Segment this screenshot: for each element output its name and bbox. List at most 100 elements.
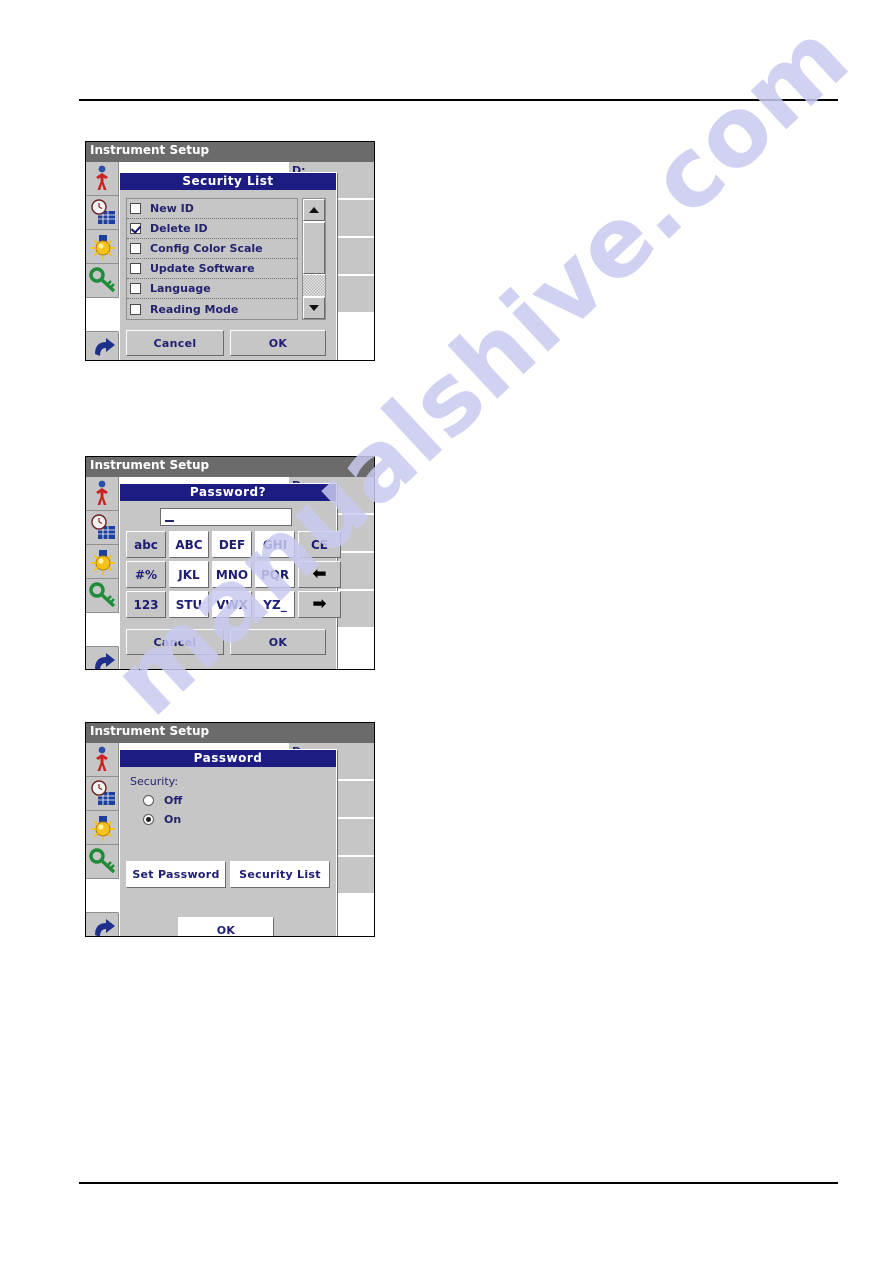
list-item[interactable]: New ID [127, 199, 297, 219]
screenshot-security-list: Instrument Setup D: Security List New ID… [85, 141, 375, 361]
security-list-dialog: Security List New ID Delete ID Config Co… [119, 172, 337, 360]
sidebar-item-display-lamp[interactable] [86, 545, 119, 579]
radio-button-selected-icon[interactable] [143, 814, 154, 825]
radio-option-off[interactable]: Off [143, 794, 182, 807]
screenshot-password-settings: Instrument Setup Password Security: Off … [85, 722, 375, 937]
key-GHI[interactable]: GHI [255, 531, 295, 558]
ok-button[interactable]: OK [178, 917, 274, 936]
instrument-sidebar [86, 743, 119, 936]
dialog-title: Password? [120, 484, 336, 501]
checkbox-checked-icon[interactable] [130, 223, 141, 234]
password-settings-dialog: Password Security: Off On Set Password S… [119, 749, 337, 936]
instrument-sidebar [86, 162, 119, 360]
security-label: Security: [130, 775, 179, 788]
list-scrollbar[interactable] [302, 198, 326, 320]
list-item[interactable]: Config Color Scale [127, 239, 297, 259]
sidebar-blank-cell [86, 879, 119, 913]
checkbox-icon[interactable] [130, 263, 141, 274]
key-MNO[interactable]: MNO [212, 561, 252, 588]
key-DEF[interactable]: DEF [212, 531, 252, 558]
key-ABC[interactable]: ABC [169, 531, 209, 558]
sidebar-item-date-time[interactable] [86, 511, 119, 545]
scroll-down-icon [309, 305, 319, 311]
scrollbar-track[interactable] [303, 275, 325, 296]
dialog-title: Security List [120, 173, 336, 190]
key-VWX[interactable]: VWX [212, 591, 252, 618]
key-abc[interactable]: abc [126, 531, 166, 558]
dialog-title: Password [120, 750, 336, 767]
key-numeric[interactable]: 123 [126, 591, 166, 618]
scrollbar-thumb[interactable] [303, 222, 325, 274]
sidebar-item-date-time[interactable] [86, 777, 119, 811]
instrument-title-bar: Instrument Setup [86, 142, 374, 162]
sidebar-item-operator-id[interactable] [86, 477, 119, 511]
sidebar-blank-cell [86, 298, 119, 332]
list-item-label: New ID [150, 202, 194, 215]
cancel-button[interactable]: Cancel [126, 629, 224, 655]
arrow-left-icon: ⬅ [312, 564, 327, 584]
sidebar-blank-cell [86, 613, 119, 647]
list-item[interactable]: Reading Mode [127, 299, 297, 319]
list-item-label: Update Software [150, 262, 255, 275]
sidebar-item-operator-id[interactable] [86, 743, 119, 777]
keypad: abc ABC DEF GHI CE #% JKL MNO PQR ⬅ 123 … [126, 531, 341, 618]
key-STU[interactable]: STU [169, 591, 209, 618]
list-item[interactable]: Delete ID [127, 219, 297, 239]
instrument-sidebar [86, 477, 119, 669]
radio-option-on[interactable]: On [143, 813, 181, 826]
checkbox-icon[interactable] [130, 243, 141, 254]
instrument-title-bar: Instrument Setup [86, 723, 374, 743]
radio-button-icon[interactable] [143, 795, 154, 806]
text-caret [165, 520, 174, 522]
list-item-label: Language [150, 282, 211, 295]
password-entry-dialog: Password? abc ABC DEF GHI CE #% JKL MNO … [119, 483, 341, 669]
checkbox-icon[interactable] [130, 303, 141, 315]
key-cursor-right[interactable]: ➡ [298, 591, 341, 618]
sidebar-item-back[interactable] [86, 647, 119, 669]
ok-button[interactable]: OK [230, 629, 326, 655]
list-item-label: Config Color Scale [150, 242, 263, 255]
scroll-down-button[interactable] [303, 297, 325, 319]
instrument-title-bar: Instrument Setup [86, 457, 374, 477]
arrow-right-icon: ➡ [312, 594, 327, 614]
instrument-body: D: & Security List New ID Delete ID [86, 162, 374, 360]
sidebar-item-back[interactable] [86, 913, 119, 936]
sidebar-item-operator-id[interactable] [86, 162, 119, 196]
key-clear-entry[interactable]: CE [298, 531, 341, 558]
list-item[interactable]: Language [127, 279, 297, 299]
set-password-button[interactable]: Set Password [126, 861, 226, 888]
radio-label: On [164, 813, 182, 826]
ok-button[interactable]: OK [230, 330, 326, 356]
sidebar-item-password[interactable] [86, 264, 119, 298]
scroll-up-button[interactable] [303, 199, 325, 221]
instrument-title: Instrument Setup [90, 143, 210, 157]
sidebar-item-password[interactable] [86, 845, 119, 879]
instrument-title: Instrument Setup [90, 458, 210, 472]
sidebar-item-back[interactable] [86, 332, 119, 360]
radio-label: Off [164, 794, 183, 807]
list-item-label: Reading Mode [150, 302, 239, 316]
security-list-button[interactable]: Security List [230, 861, 330, 888]
security-items-list: New ID Delete ID Config Color Scale Upda… [126, 198, 298, 320]
cancel-button[interactable]: Cancel [126, 330, 224, 356]
checkbox-icon[interactable] [130, 203, 141, 214]
key-cursor-left[interactable]: ⬅ [298, 561, 341, 588]
key-JKL[interactable]: JKL [169, 561, 209, 588]
sidebar-item-date-time[interactable] [86, 196, 119, 230]
instrument-body: D: & Password Security: Off On Set Passw… [86, 743, 374, 936]
password-input[interactable] [160, 508, 292, 526]
sidebar-item-display-lamp[interactable] [86, 230, 119, 264]
sidebar-item-password[interactable] [86, 579, 119, 613]
sidebar-item-display-lamp[interactable] [86, 811, 119, 845]
key-YZ-underscore[interactable]: YZ_ [255, 591, 295, 618]
list-item-label: Delete ID [150, 222, 208, 235]
page-footer-rule [79, 1182, 838, 1184]
list-item[interactable]: Update Software [127, 259, 297, 279]
instrument-body: D: & Password? abc ABC DEF GHI CE #% J [86, 477, 374, 669]
key-PQR[interactable]: PQR [255, 561, 295, 588]
screenshot-password-entry: Instrument Setup Password? abc ABC DEF G… [85, 456, 375, 670]
page-header-rule [79, 99, 838, 101]
checkbox-icon[interactable] [130, 283, 141, 294]
key-symbols[interactable]: #% [126, 561, 166, 588]
instrument-title: Instrument Setup [90, 724, 210, 738]
